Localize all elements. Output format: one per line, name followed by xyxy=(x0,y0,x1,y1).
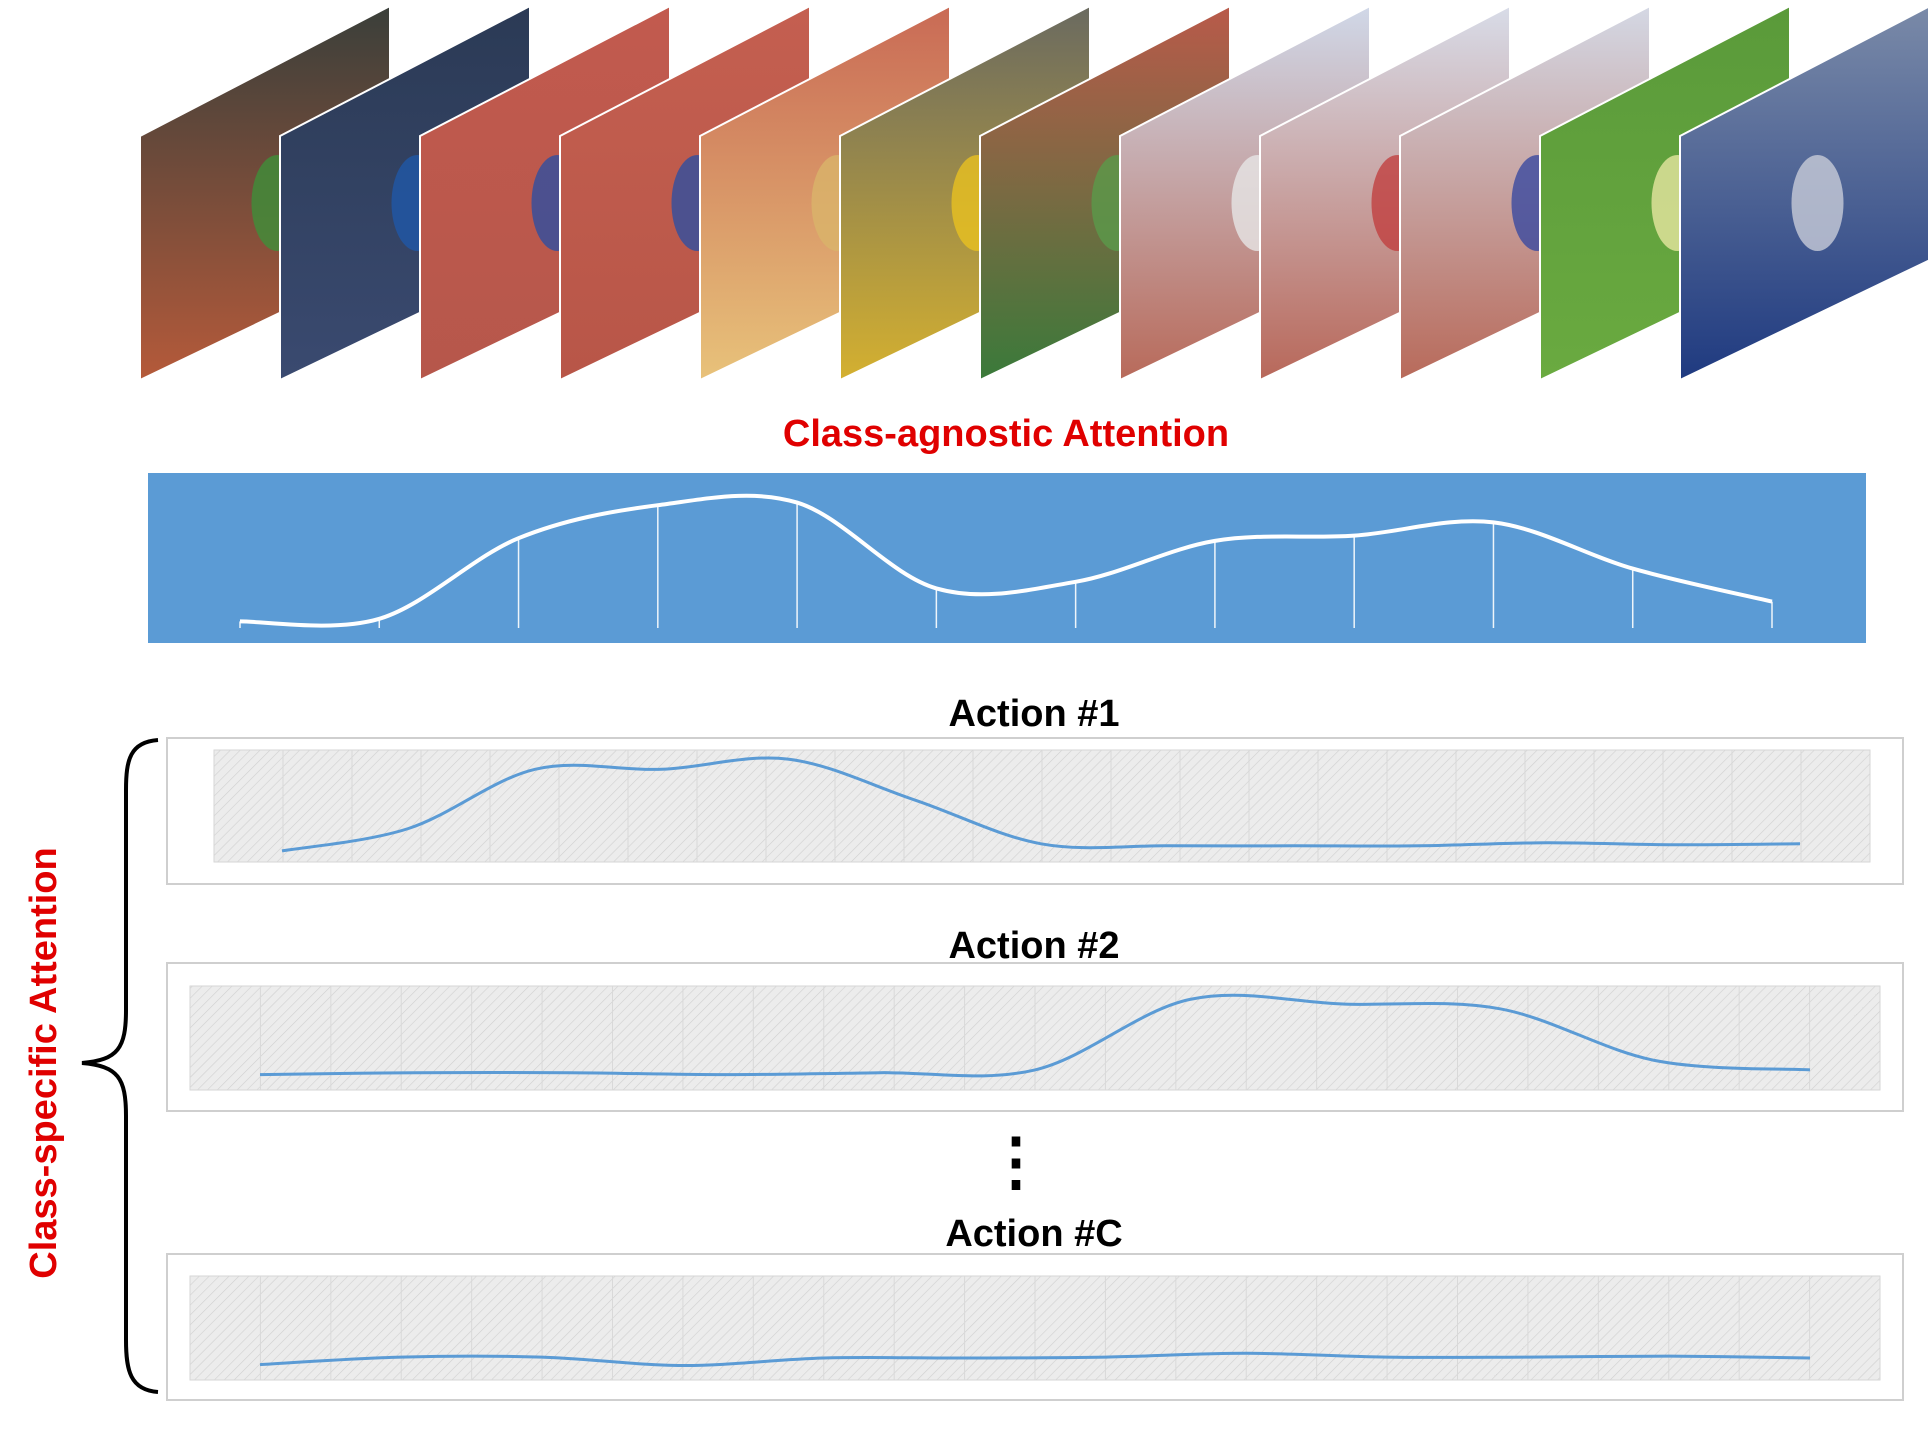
action-panel: Action #1 xyxy=(166,693,1904,885)
video-frames xyxy=(139,4,1928,382)
class-agnostic-title: Class-agnostic Attention xyxy=(783,413,1229,455)
action-title: Action #2 xyxy=(948,925,1119,967)
action-title: Action #C xyxy=(945,1213,1122,1255)
attention-diagram: Class-agnostic Attention Action #1Action… xyxy=(23,4,1928,1401)
class-agnostic-attention-band xyxy=(148,473,1866,643)
curly-brace xyxy=(81,738,159,1394)
ellipsis-more-actions: ⋮ xyxy=(984,1125,1048,1197)
action-title: Action #1 xyxy=(948,693,1119,735)
action-panel: Action #2 xyxy=(166,925,1904,1112)
class-specific-label: Class-specific Attention xyxy=(23,847,65,1278)
frame-thrower-closeup-subject xyxy=(1791,155,1844,251)
class-agnostic-band xyxy=(148,473,1866,643)
class-specific-attention-panels: Action #1 Action #2 Action #C xyxy=(166,693,1904,1401)
action-panel: Action #C xyxy=(166,1213,1904,1401)
